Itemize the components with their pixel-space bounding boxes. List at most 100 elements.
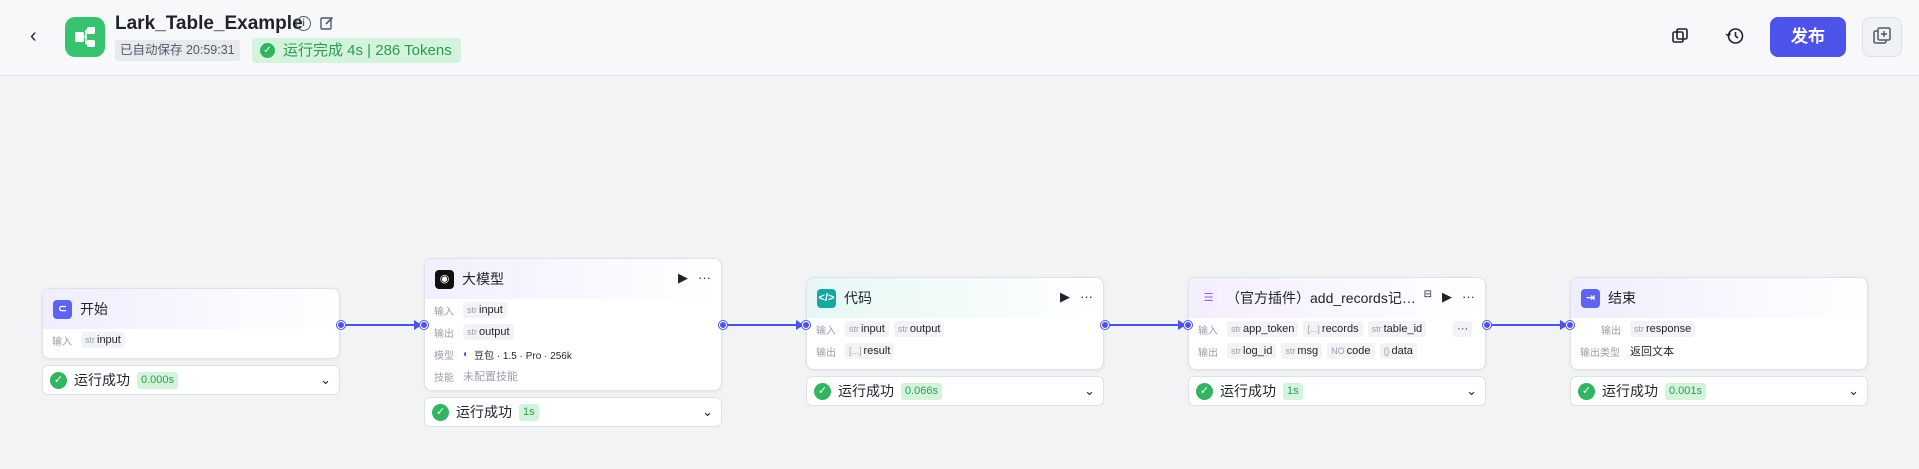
result-text: 运行成功 (838, 383, 894, 399)
more-icon[interactable]: ··· (698, 270, 711, 286)
var-chip: str response (1630, 321, 1696, 337)
node-title: 结束 (1608, 290, 1636, 306)
chevron-down-icon[interactable]: ⌄ (1084, 383, 1095, 399)
more-vars-chip[interactable]: ··· (1453, 321, 1473, 337)
var-chip: {} data (1379, 343, 1417, 359)
check-circle-icon: ✓ (50, 371, 67, 389)
input-port[interactable] (1184, 321, 1192, 329)
model-value: 豆包 · 1.5 · Pro · 256k (474, 350, 572, 362)
edge-start-llm (344, 320, 422, 330)
play-icon[interactable]: ▶ (1442, 289, 1452, 305)
var-chip: str input (845, 321, 889, 337)
var-chip: str input (81, 332, 125, 348)
run-status-badge: ✓ 运行完成 4s | 286 Tokens (252, 38, 461, 63)
output-kind-value: 返回文本 (1630, 346, 1674, 358)
duration-badge: 1s (1283, 382, 1303, 400)
output-kind-label: 输出类型 (1580, 347, 1620, 359)
run-result-bar[interactable]: ✓ 运行成功 1s ⌄ (424, 397, 722, 427)
chevron-down-icon[interactable]: ⌄ (1848, 383, 1859, 399)
var-chip: str table_id (1367, 321, 1427, 337)
autosave-status: 已自动保存 20:59:31 (115, 40, 240, 61)
run-result-bar[interactable]: ✓ 运行成功 0.000s ⌄ (42, 365, 340, 395)
copy-icon[interactable] (1668, 24, 1692, 48)
llm-icon: ◉ (435, 270, 454, 289)
var-chip: str log_id (1227, 343, 1277, 359)
play-icon[interactable]: ▶ (678, 270, 688, 286)
output-port[interactable] (1101, 321, 1109, 329)
end-icon: ⇥ (1581, 289, 1600, 308)
chevron-down-icon[interactable]: ⌄ (320, 372, 331, 388)
skill-label: 技能 (434, 372, 454, 384)
node-end[interactable]: ⇥ 结束 输出 str response 输出类型 返回文本 (1570, 277, 1868, 370)
duration-badge: 1s (519, 403, 539, 421)
var-chip: [...] records (1303, 321, 1363, 337)
output-port[interactable] (337, 321, 345, 329)
edge-plugin-end (1490, 320, 1568, 330)
output-label: 输出 (816, 347, 836, 359)
input-label: 输入 (52, 336, 72, 348)
start-icon: ⊂ (53, 300, 72, 319)
node-title: （官方插件）add_records记… (1226, 290, 1416, 306)
var-chip: str app_token (1227, 321, 1299, 337)
node-plugin[interactable]: ☰ （官方插件）add_records记… ⊟ ▶ ··· 输入 str app_to… (1188, 277, 1486, 370)
input-label: 输入 (816, 325, 836, 337)
var-chip: str output (893, 321, 945, 337)
output-port[interactable] (719, 321, 727, 329)
var-chip: NO code (1327, 343, 1375, 359)
var-chip: str output (463, 324, 514, 340)
edit-icon[interactable] (319, 15, 335, 31)
panel-icon (1873, 27, 1891, 44)
node-title: 大模型 (462, 271, 504, 287)
check-circle-icon: ✓ (432, 403, 449, 421)
node-title: 代码 (844, 290, 872, 306)
result-text: 运行成功 (74, 372, 130, 388)
code-icon: </> (817, 289, 836, 308)
edge-llm-code (726, 320, 804, 330)
history-icon[interactable] (1723, 24, 1747, 48)
more-icon[interactable]: ··· (1080, 289, 1093, 305)
plugin-icon: ☰ (1199, 289, 1218, 308)
node-llm[interactable]: ◉ 大模型 ▶ ··· 输入 str input 输出 str output 模型 ◐… (424, 258, 722, 391)
back-arrow-icon[interactable]: ‹ (30, 26, 48, 46)
input-port[interactable] (1566, 321, 1574, 329)
duration-badge: 0.066s (901, 382, 943, 400)
var-chip: str msg (1281, 343, 1323, 359)
output-label: 输出 (434, 328, 454, 340)
model-label: 模型 (434, 350, 454, 362)
var-chip: str input (463, 302, 507, 318)
skill-value: 未配置技能 (463, 371, 518, 383)
node-start[interactable]: ⊂ 开始 输入 str input (42, 288, 340, 359)
result-text: 运行成功 (1602, 383, 1658, 399)
top-bar: ‹ Lark_Table_Example i 已自动保存 20:59:31 ✓ … (0, 0, 1919, 76)
check-circle-icon: ✓ (814, 382, 831, 400)
chevron-down-icon[interactable]: ⌄ (1466, 383, 1477, 399)
run-result-bar[interactable]: ✓ 运行成功 0.066s ⌄ (806, 376, 1104, 406)
check-circle-icon: ✓ (1196, 382, 1213, 400)
node-code[interactable]: </> 代码 ▶ ··· 输入 str input str output 输出 [..… (806, 277, 1104, 370)
plugin-badge-icon: ⊟ (1423, 289, 1432, 300)
input-label: 输入 (434, 306, 454, 318)
workflow-app-icon (65, 17, 105, 57)
node-title: 开始 (80, 301, 108, 317)
check-circle-icon: ✓ (1578, 382, 1595, 400)
edge-code-plugin (1108, 320, 1186, 330)
run-result-bar[interactable]: ✓ 运行成功 0.001s ⌄ (1570, 376, 1868, 406)
info-icon[interactable]: i (296, 16, 311, 31)
output-port[interactable] (1483, 321, 1491, 329)
input-label: 输入 (1198, 325, 1218, 337)
workflow-canvas[interactable]: ⊂ 开始 输入 str input ✓ 运行成功 0.000s ⌄ ◉ 大模型 ▶… (0, 77, 1919, 469)
workflow-title: Lark_Table_Example (115, 13, 303, 34)
play-icon[interactable]: ▶ (1060, 289, 1070, 305)
result-text: 运行成功 (1220, 383, 1276, 399)
run-result-bar[interactable]: ✓ 运行成功 1s ⌄ (1188, 376, 1486, 406)
chevron-down-icon[interactable]: ⌄ (702, 404, 713, 420)
var-chip: [...] result (845, 343, 895, 359)
output-label: 输出 (1198, 347, 1218, 359)
input-port[interactable] (420, 321, 428, 329)
input-port[interactable] (802, 321, 810, 329)
panel-toggle-button[interactable] (1862, 17, 1902, 57)
publish-button[interactable]: 发布 (1770, 17, 1846, 57)
more-icon[interactable]: ··· (1462, 289, 1475, 305)
output-label: 输出 (1601, 325, 1621, 337)
duration-badge: 0.000s (137, 371, 179, 389)
